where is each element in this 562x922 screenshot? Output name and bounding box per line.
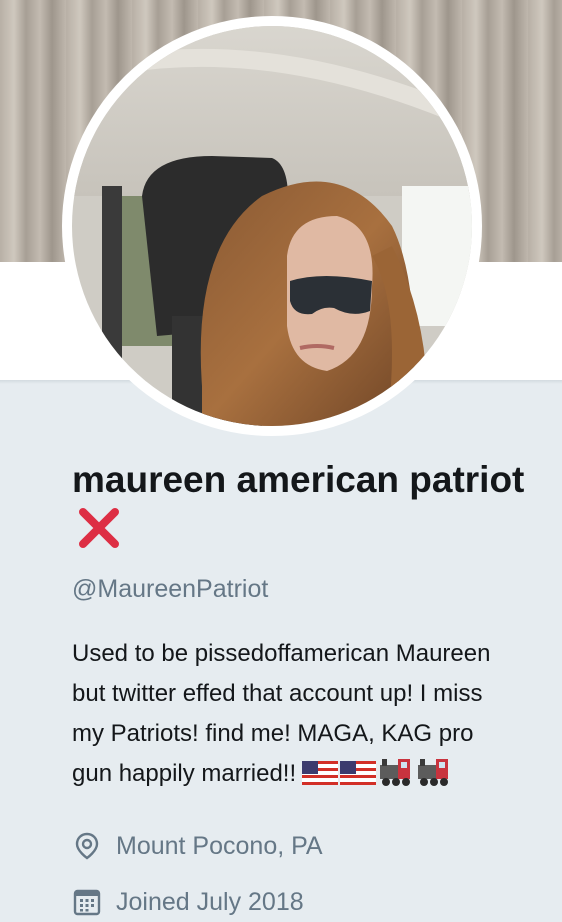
locomotive-icon — [380, 759, 411, 786]
profile-bio: Used to be pissedoffamerican Maureen but… — [72, 634, 562, 800]
joined-text: Joined July 2018 — [116, 887, 304, 916]
bio-line-last: gun happily married!! — [72, 754, 562, 800]
locomotive-icon — [418, 759, 449, 786]
bio-line: Used to be pissedoffamerican Maureen — [72, 640, 491, 667]
bio-line-text: gun happily married!! — [72, 760, 297, 787]
avatar-photo — [72, 26, 472, 426]
profile-location: Mount Pocono, PA — [72, 826, 562, 866]
bio-emojis — [302, 755, 454, 800]
avatar[interactable] — [72, 26, 472, 426]
profile-handle[interactable]: @MaureenPatriot — [72, 572, 562, 606]
location-text: Mount Pocono, PA — [116, 831, 323, 860]
profile-joined-date: Joined July 2018 — [72, 882, 562, 922]
profile-name: maureen american patriot — [72, 456, 562, 564]
profile-name-text: maureen american patriot — [72, 459, 525, 500]
calendar-icon — [72, 887, 102, 917]
us-flag-icon — [340, 761, 377, 785]
cross-mark-icon — [74, 503, 124, 564]
bio-line: my Patriots! find me! MAGA, KAG pro — [72, 720, 474, 747]
profile-info: maureen american patriot @MaureenPatriot… — [72, 456, 562, 922]
location-pin-icon — [72, 831, 102, 861]
us-flag-icon — [302, 761, 339, 785]
bio-line: but twitter effed that account up! I mis… — [72, 680, 483, 707]
